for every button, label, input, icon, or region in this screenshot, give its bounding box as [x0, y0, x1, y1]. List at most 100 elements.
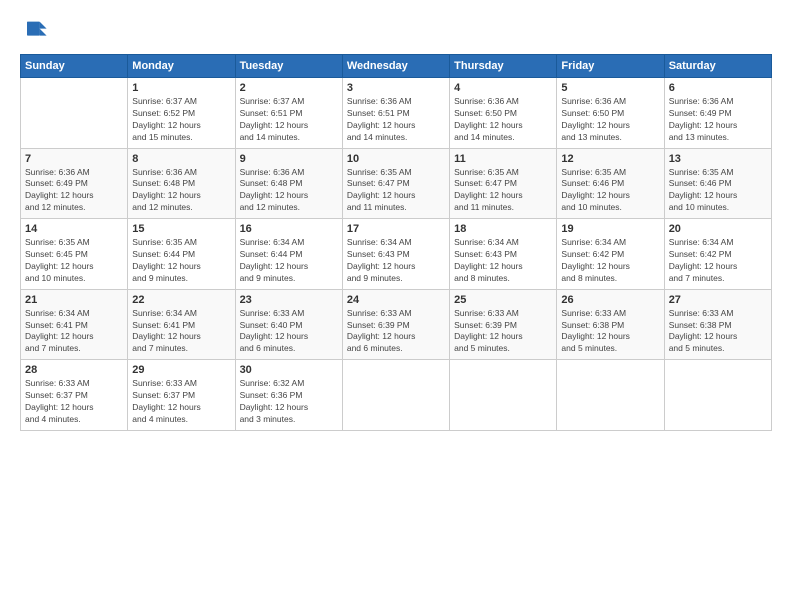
- day-number: 8: [132, 153, 230, 165]
- day-number: 7: [25, 153, 123, 165]
- day-cell: 25Sunrise: 6:33 AM Sunset: 6:39 PM Dayli…: [450, 289, 557, 360]
- day-cell: 5 Sunrise: 6:36 AM Sunset: 6:50 PM Daylig…: [557, 78, 664, 149]
- day-number: 30: [240, 364, 338, 376]
- day-info: Sunrise: 6:32 AM Sunset: 6:36 PM Dayligh…: [240, 378, 338, 426]
- header-day-friday: Friday: [557, 55, 664, 78]
- day-info: Sunrise: 6:33 AM Sunset: 6:38 PM Dayligh…: [561, 308, 659, 356]
- week-row-3: 14Sunrise: 6:35 AM Sunset: 6:45 PM Dayli…: [21, 219, 772, 290]
- page: SundayMondayTuesdayWednesdayThursdayFrid…: [0, 0, 792, 612]
- day-cell: 17 Sunrise: 6:34 AM Sunset: 6:43 PM Dayli…: [342, 219, 449, 290]
- week-row-1: 1 Sunrise: 6:37 AM Sunset: 6:52 PM Daylig…: [21, 78, 772, 149]
- day-number: 24: [347, 294, 445, 306]
- day-number: 5: [561, 82, 659, 94]
- logo-icon: [20, 16, 48, 44]
- day-number: 6: [669, 82, 767, 94]
- day-number: 9: [240, 153, 338, 165]
- day-cell: 7 Sunrise: 6:36 AM Sunset: 6:49 PM Daylig…: [21, 148, 128, 219]
- day-info: Sunrise: 6:35 AM Sunset: 6:44 PM Dayligh…: [132, 237, 230, 285]
- header-day-wednesday: Wednesday: [342, 55, 449, 78]
- week-row-2: 7 Sunrise: 6:36 AM Sunset: 6:49 PM Daylig…: [21, 148, 772, 219]
- day-cell: 1 Sunrise: 6:37 AM Sunset: 6:52 PM Daylig…: [128, 78, 235, 149]
- header-row: SundayMondayTuesdayWednesdayThursdayFrid…: [21, 55, 772, 78]
- day-cell: [342, 360, 449, 431]
- day-info: Sunrise: 6:36 AM Sunset: 6:49 PM Dayligh…: [669, 96, 767, 144]
- day-number: 13: [669, 153, 767, 165]
- header-day-sunday: Sunday: [21, 55, 128, 78]
- day-info: Sunrise: 6:37 AM Sunset: 6:52 PM Dayligh…: [132, 96, 230, 144]
- header-day-monday: Monday: [128, 55, 235, 78]
- day-info: Sunrise: 6:35 AM Sunset: 6:46 PM Dayligh…: [669, 167, 767, 215]
- week-row-4: 21 Sunrise: 6:34 AM Sunset: 6:41 PM Dayli…: [21, 289, 772, 360]
- day-number: 25: [454, 294, 552, 306]
- day-cell: 21 Sunrise: 6:34 AM Sunset: 6:41 PM Dayli…: [21, 289, 128, 360]
- day-info: Sunrise: 6:36 AM Sunset: 6:48 PM Dayligh…: [132, 167, 230, 215]
- day-cell: 16 Sunrise: 6:34 AM Sunset: 6:44 PM Dayli…: [235, 219, 342, 290]
- calendar-table: SundayMondayTuesdayWednesdayThursdayFrid…: [20, 54, 772, 431]
- day-cell: 13 Sunrise: 6:35 AM Sunset: 6:46 PM Dayli…: [664, 148, 771, 219]
- day-number: 26: [561, 294, 659, 306]
- day-number: 2: [240, 82, 338, 94]
- day-number: 12: [561, 153, 659, 165]
- day-number: 20: [669, 223, 767, 235]
- day-info: Sunrise: 6:37 AM Sunset: 6:51 PM Dayligh…: [240, 96, 338, 144]
- day-cell: 23 Sunrise: 6:33 AM Sunset: 6:40 PM Dayli…: [235, 289, 342, 360]
- day-info: Sunrise: 6:35 AM Sunset: 6:47 PM Dayligh…: [347, 167, 445, 215]
- day-cell: 11 Sunrise: 6:35 AM Sunset: 6:47 PM Dayli…: [450, 148, 557, 219]
- day-cell: 8 Sunrise: 6:36 AM Sunset: 6:48 PM Daylig…: [128, 148, 235, 219]
- day-info: Sunrise: 6:35 AM Sunset: 6:47 PM Dayligh…: [454, 167, 552, 215]
- day-number: 23: [240, 294, 338, 306]
- day-number: 28: [25, 364, 123, 376]
- day-number: 16: [240, 223, 338, 235]
- day-cell: 22Sunrise: 6:34 AM Sunset: 6:41 PM Dayli…: [128, 289, 235, 360]
- day-info: Sunrise: 6:35 AM Sunset: 6:46 PM Dayligh…: [561, 167, 659, 215]
- day-info: Sunrise: 6:36 AM Sunset: 6:50 PM Dayligh…: [561, 96, 659, 144]
- day-info: Sunrise: 6:34 AM Sunset: 6:43 PM Dayligh…: [454, 237, 552, 285]
- day-number: 18: [454, 223, 552, 235]
- day-number: 14: [25, 223, 123, 235]
- day-cell: 19 Sunrise: 6:34 AM Sunset: 6:42 PM Dayli…: [557, 219, 664, 290]
- day-number: 15: [132, 223, 230, 235]
- day-cell: [450, 360, 557, 431]
- header-day-saturday: Saturday: [664, 55, 771, 78]
- day-info: Sunrise: 6:34 AM Sunset: 6:42 PM Dayligh…: [669, 237, 767, 285]
- day-cell: 4 Sunrise: 6:36 AM Sunset: 6:50 PM Daylig…: [450, 78, 557, 149]
- day-cell: 6 Sunrise: 6:36 AM Sunset: 6:49 PM Daylig…: [664, 78, 771, 149]
- day-cell: 18 Sunrise: 6:34 AM Sunset: 6:43 PM Dayli…: [450, 219, 557, 290]
- day-info: Sunrise: 6:34 AM Sunset: 6:44 PM Dayligh…: [240, 237, 338, 285]
- day-info: Sunrise: 6:34 AM Sunset: 6:43 PM Dayligh…: [347, 237, 445, 285]
- day-cell: 15 Sunrise: 6:35 AM Sunset: 6:44 PM Dayli…: [128, 219, 235, 290]
- day-number: 4: [454, 82, 552, 94]
- day-info: Sunrise: 6:36 AM Sunset: 6:49 PM Dayligh…: [25, 167, 123, 215]
- header: [20, 16, 772, 44]
- day-number: 17: [347, 223, 445, 235]
- day-number: 21: [25, 294, 123, 306]
- day-info: Sunrise: 6:33 AM Sunset: 6:37 PM Dayligh…: [132, 378, 230, 426]
- day-cell: 26 Sunrise: 6:33 AM Sunset: 6:38 PM Dayli…: [557, 289, 664, 360]
- day-cell: [664, 360, 771, 431]
- logo: [20, 16, 52, 44]
- day-number: 19: [561, 223, 659, 235]
- day-info: Sunrise: 6:33 AM Sunset: 6:39 PM Dayligh…: [347, 308, 445, 356]
- day-info: Sunrise: 6:34 AM Sunset: 6:41 PM Dayligh…: [25, 308, 123, 356]
- header-day-tuesday: Tuesday: [235, 55, 342, 78]
- day-cell: [557, 360, 664, 431]
- day-number: 27: [669, 294, 767, 306]
- day-info: Sunrise: 6:34 AM Sunset: 6:42 PM Dayligh…: [561, 237, 659, 285]
- day-info: Sunrise: 6:34 AM Sunset: 6:41 PM Dayligh…: [132, 308, 230, 356]
- day-cell: 12 Sunrise: 6:35 AM Sunset: 6:46 PM Dayli…: [557, 148, 664, 219]
- day-info: Sunrise: 6:33 AM Sunset: 6:40 PM Dayligh…: [240, 308, 338, 356]
- day-cell: 2 Sunrise: 6:37 AM Sunset: 6:51 PM Daylig…: [235, 78, 342, 149]
- day-cell: 20 Sunrise: 6:34 AM Sunset: 6:42 PM Dayli…: [664, 219, 771, 290]
- day-cell: 30 Sunrise: 6:32 AM Sunset: 6:36 PM Dayli…: [235, 360, 342, 431]
- day-info: Sunrise: 6:36 AM Sunset: 6:48 PM Dayligh…: [240, 167, 338, 215]
- day-number: 11: [454, 153, 552, 165]
- day-cell: 14Sunrise: 6:35 AM Sunset: 6:45 PM Dayli…: [21, 219, 128, 290]
- day-info: Sunrise: 6:36 AM Sunset: 6:51 PM Dayligh…: [347, 96, 445, 144]
- day-cell: [21, 78, 128, 149]
- day-cell: 9 Sunrise: 6:36 AM Sunset: 6:48 PM Daylig…: [235, 148, 342, 219]
- day-info: Sunrise: 6:36 AM Sunset: 6:50 PM Dayligh…: [454, 96, 552, 144]
- header-day-thursday: Thursday: [450, 55, 557, 78]
- day-cell: 10Sunrise: 6:35 AM Sunset: 6:47 PM Dayli…: [342, 148, 449, 219]
- day-cell: 29Sunrise: 6:33 AM Sunset: 6:37 PM Dayli…: [128, 360, 235, 431]
- day-number: 1: [132, 82, 230, 94]
